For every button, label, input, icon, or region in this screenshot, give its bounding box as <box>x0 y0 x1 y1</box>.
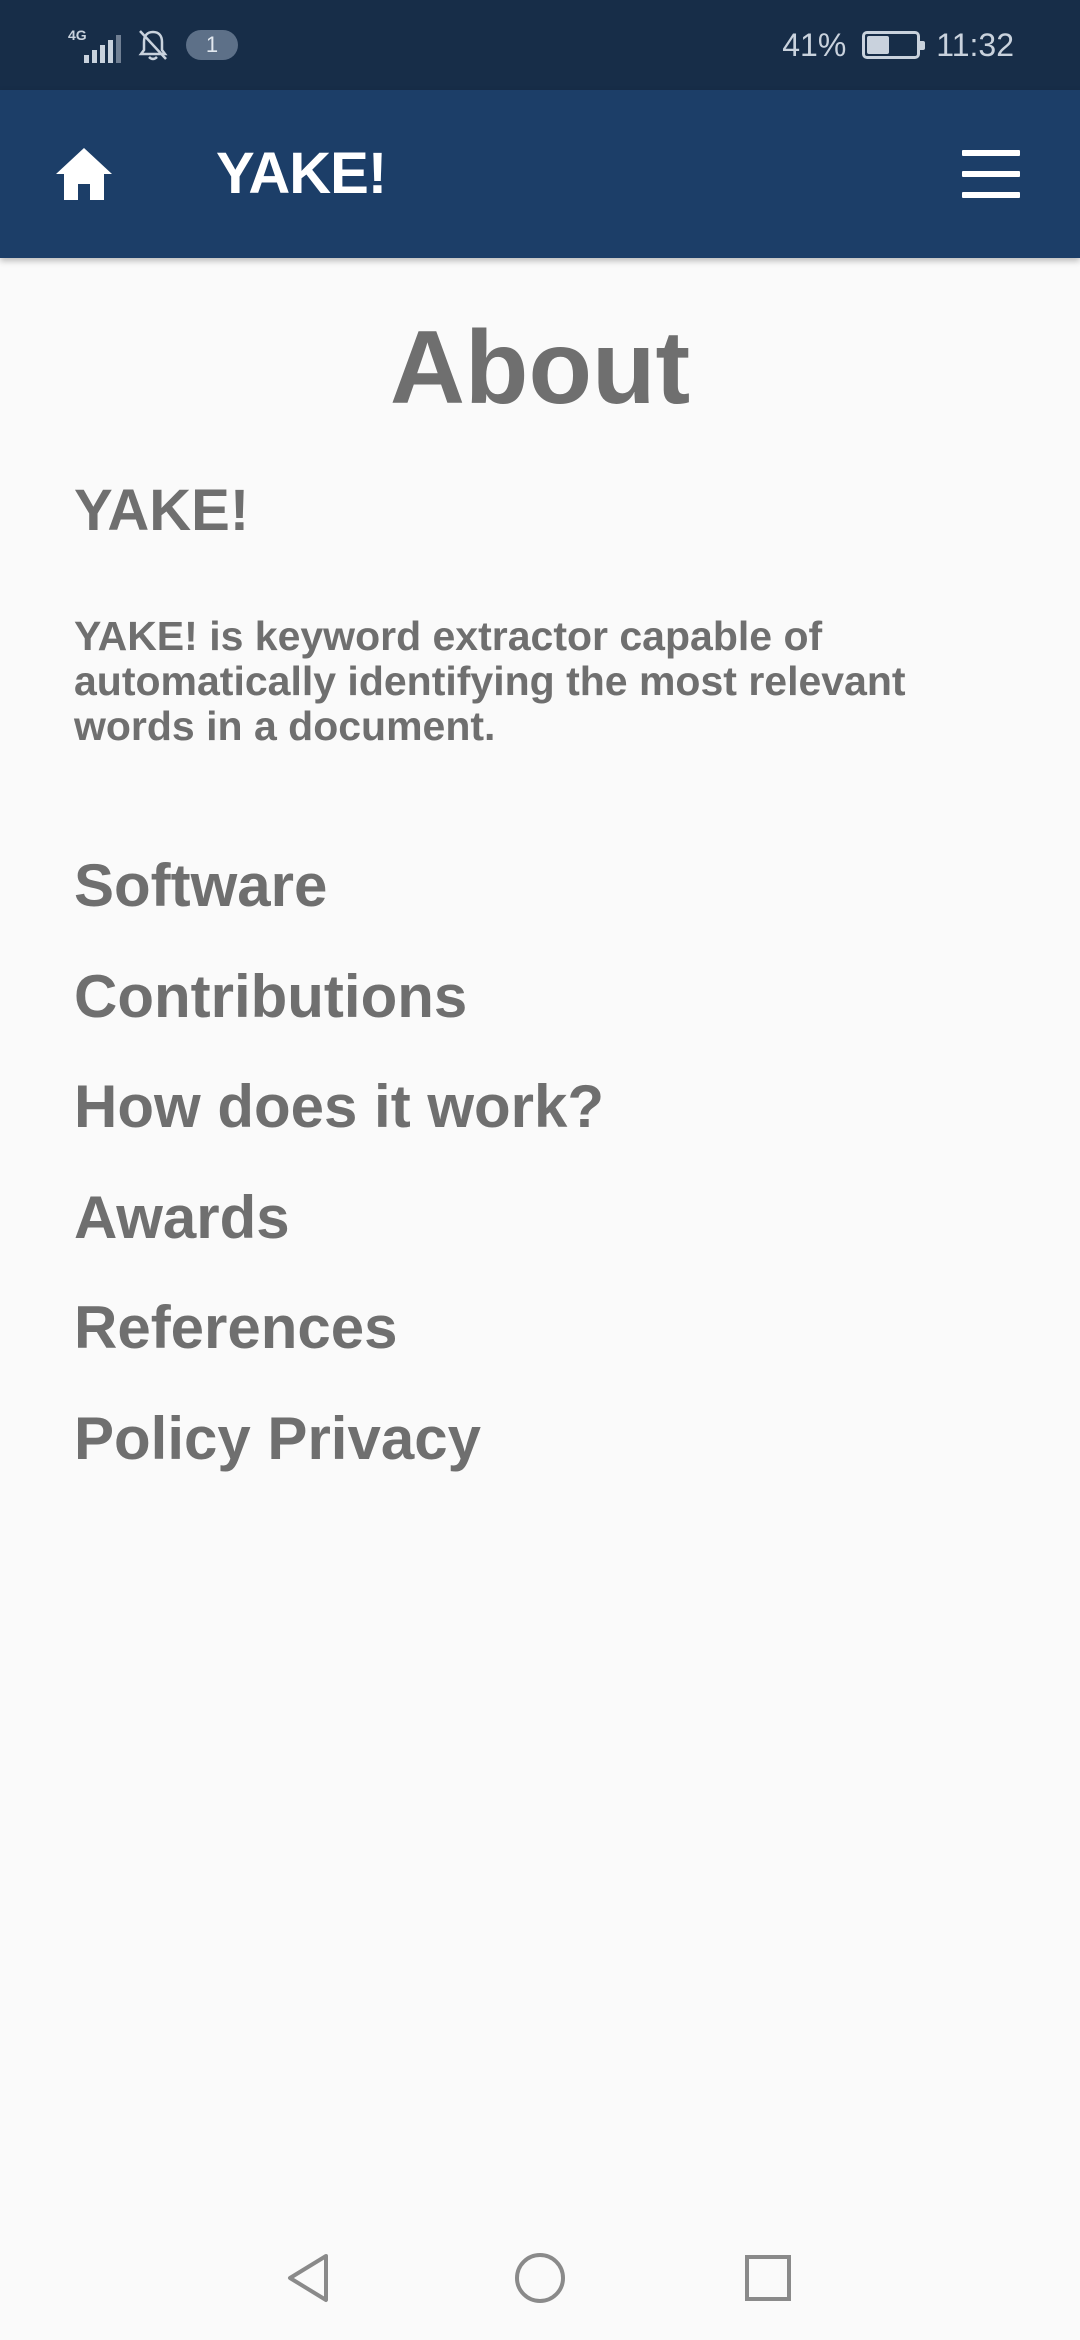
status-left: 4G 1 <box>68 27 238 63</box>
hamburger-menu-icon[interactable] <box>962 150 1024 198</box>
back-triangle-icon[interactable] <box>280 2250 336 2306</box>
menu-item-policy-privacy[interactable]: Policy Privacy <box>74 1399 1014 1479</box>
notification-count-badge: 1 <box>186 30 238 60</box>
bell-muted-icon <box>138 30 168 61</box>
app-bar: YAKE! <box>0 90 1080 258</box>
menu-item-software[interactable]: Software <box>74 846 1014 926</box>
menu-item-contributions[interactable]: Contributions <box>74 957 1014 1037</box>
recents-square-icon[interactable] <box>740 2250 796 2306</box>
page-title: About <box>389 310 691 426</box>
menu-item-how-does-it-work[interactable]: How does it work? <box>74 1067 1014 1147</box>
status-bar: 4G 1 41% 11:32 <box>0 0 1080 90</box>
screen: 4G 1 41% 11:32 YAKE! About YAKE! YAKE! i… <box>0 0 1080 2340</box>
app-title: YAKE! <box>216 141 387 206</box>
battery-percent: 41% <box>782 26 847 63</box>
clock: 11:32 <box>936 26 1014 63</box>
battery-level <box>867 36 889 54</box>
section-heading: YAKE! <box>74 478 250 543</box>
menu-item-references[interactable]: References <box>74 1288 1014 1368</box>
menu-item-awards[interactable]: Awards <box>74 1178 1014 1258</box>
signal-icon: 4G <box>68 27 121 63</box>
status-right: 41% 11:32 <box>782 27 1014 64</box>
description-text: YAKE! is keyword extractor capable of au… <box>74 613 906 749</box>
system-navigation-bar <box>0 2214 1080 2340</box>
signal-bars <box>84 35 121 63</box>
home-circle-icon[interactable] <box>512 2250 568 2306</box>
home-icon[interactable] <box>52 142 116 206</box>
battery-icon <box>862 31 926 59</box>
